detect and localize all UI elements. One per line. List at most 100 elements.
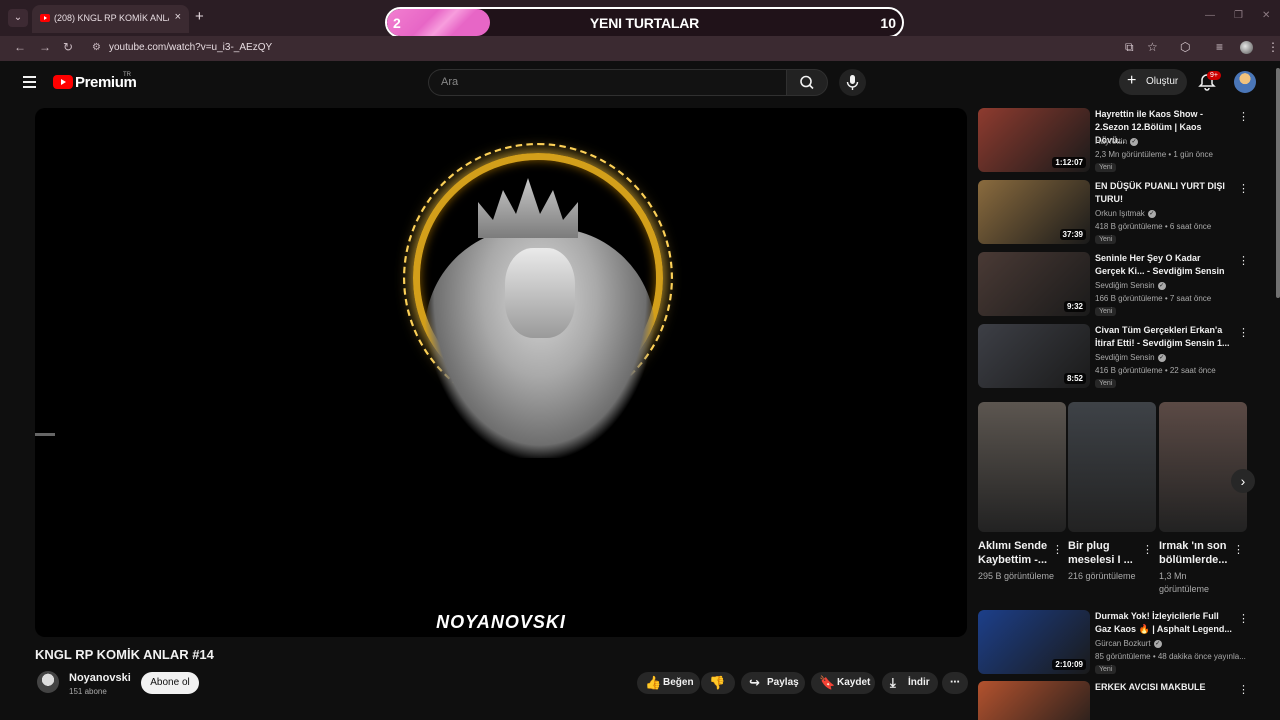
thumbs-down-icon: 👎: [709, 675, 726, 690]
video-thumbnail[interactable]: 8:52: [978, 324, 1090, 388]
short-title[interactable]: Irmak 'ın son bölümlerde...: [1159, 539, 1229, 567]
download-button[interactable]: ⤓ İndir: [882, 672, 938, 694]
bookmark-star-icon[interactable]: ☆: [1147, 40, 1158, 54]
back-icon[interactable]: ←: [14, 40, 26, 54]
subscribe-button[interactable]: Abone ol: [141, 672, 199, 694]
youtube-favicon-icon: [40, 14, 50, 22]
new-badge: Yeni: [1095, 379, 1117, 388]
video-thumbnail[interactable]: 37:39: [978, 180, 1090, 244]
recommendation-item[interactable]: 9:32 Seninle Her Şey O Kadar Gerçek Ki...…: [978, 252, 1268, 318]
reload-icon[interactable]: ↻: [63, 40, 73, 54]
dislike-button[interactable]: 👎: [701, 672, 735, 694]
recommendation-channel[interactable]: Gürcan Bozkurt ✓: [1095, 639, 1162, 648]
recommendation-meta: 416 B görüntüleme • 22 saat önce: [1095, 366, 1216, 375]
short-item[interactable]: Irmak 'ın son bölümlerde... 1,3 Mn görünt…: [1159, 402, 1247, 594]
more-options-icon[interactable]: ⋮: [1142, 543, 1153, 556]
browser-profile-icon[interactable]: [1240, 41, 1253, 54]
recommendation-channel[interactable]: Sevdiğim Sensin ✓: [1095, 281, 1166, 290]
recommendation-title[interactable]: Durmak Yok! İzleyicilerle Full Gaz Kaos …: [1095, 610, 1232, 636]
save-button[interactable]: 🔖 Kaydet: [811, 672, 875, 694]
video-thumbnail[interactable]: 2:10:09: [978, 610, 1090, 674]
thumbs-up-icon: 👍: [645, 675, 662, 690]
new-badge: Yeni: [1095, 665, 1117, 674]
shorts-next-button[interactable]: ›: [1231, 469, 1255, 493]
recommendation-channel[interactable]: Orkun Işıtmak ✓: [1095, 209, 1156, 218]
like-button[interactable]: 👍 Beğen: [637, 672, 700, 694]
media-controls-icon[interactable]: ≡: [1216, 40, 1223, 54]
channel-avatar[interactable]: [37, 671, 59, 693]
more-options-icon[interactable]: ⋮: [1238, 110, 1249, 123]
create-button[interactable]: + Oluştur: [1119, 69, 1187, 95]
download-label: İndir: [908, 677, 930, 688]
search-button[interactable]: [786, 69, 828, 96]
short-views: 1,3 Mn görüntüleme: [1159, 571, 1210, 594]
minimize-icon[interactable]: —: [1205, 10, 1215, 21]
recommendation-channel[interactable]: Hayrettin ✓: [1095, 137, 1139, 146]
video-thumbnail[interactable]: [978, 681, 1090, 720]
recommendation-channel[interactable]: Sevdiğim Sensin ✓: [1095, 353, 1166, 362]
page-scrollbar[interactable]: [1276, 68, 1280, 298]
address-bar: ← → ↻ ⚙ youtube.com/watch?v=u_i3-_AEzQY …: [0, 36, 1280, 61]
verified-icon: ✓: [1157, 353, 1166, 362]
more-options-icon[interactable]: ⋮: [1233, 543, 1244, 556]
recommendation-meta: 2,3 Mn görüntüleme • 1 gün önce: [1095, 150, 1213, 159]
create-label: Oluştur: [1146, 76, 1179, 87]
recommendation-item[interactable]: 2:10:09 Durmak Yok! İzleyicilerle Full Ga…: [978, 610, 1268, 676]
more-options-icon[interactable]: ⋮: [1052, 543, 1063, 556]
recommendation-item[interactable]: 37:39 EN DÜŞÜK PUANLI YURT DIŞI TURU! Orku…: [978, 180, 1268, 246]
tab-search-menu[interactable]: ⌄: [8, 9, 28, 27]
restore-icon[interactable]: ❐: [1234, 10, 1243, 21]
recommendation-title[interactable]: Seninle Her Şey O Kadar Gerçek Ki... - S…: [1095, 252, 1232, 278]
verified-icon: ✓: [1147, 209, 1156, 218]
video-player[interactable]: NOYANOVSKI: [35, 108, 967, 637]
site-info-icon[interactable]: ⚙: [92, 42, 104, 54]
new-badge: Yeni: [1095, 307, 1117, 316]
install-app-icon[interactable]: ⧉: [1125, 40, 1134, 55]
voice-search-button[interactable]: [839, 69, 866, 96]
recommendation-item[interactable]: ERKEK AVCISI MAKBULE ⋮: [978, 681, 1268, 720]
short-title[interactable]: Aklımı Sende Kaybettim -...: [978, 539, 1048, 567]
search-input[interactable]: Ara: [428, 69, 786, 96]
extensions-icon[interactable]: ⬡: [1180, 40, 1190, 54]
like-label: Beğen: [663, 677, 694, 688]
url-text[interactable]: youtube.com/watch?v=u_i3-_AEzQY: [109, 42, 272, 53]
short-title[interactable]: Bir plug meselesi I ...: [1068, 539, 1138, 567]
channel-name[interactable]: Noyanovski: [69, 672, 131, 684]
youtube-logo-icon[interactable]: [53, 75, 73, 89]
new-badge: Yeni: [1095, 235, 1117, 244]
short-item[interactable]: Aklımı Sende Kaybettim -... 295 B görüntü…: [978, 402, 1066, 581]
more-options-icon[interactable]: ⋮: [1238, 182, 1249, 195]
duration-badge: 8:52: [1063, 373, 1086, 384]
more-options-icon[interactable]: ⋮: [1238, 683, 1249, 696]
short-thumbnail[interactable]: [1159, 402, 1247, 532]
more-options-icon[interactable]: ⋮: [1238, 326, 1249, 339]
account-avatar[interactable]: [1234, 71, 1256, 93]
browser-tab[interactable]: (208) KNGL RP KOMİK ANLAR #14 ×: [32, 5, 189, 33]
tab-close-icon[interactable]: ×: [175, 11, 181, 23]
recommendation-title[interactable]: EN DÜŞÜK PUANLI YURT DIŞI TURU!: [1095, 180, 1232, 206]
video-thumbnail[interactable]: 1:12:07: [978, 108, 1090, 172]
veiled-face: [505, 248, 575, 338]
browser-menu-icon[interactable]: ⋮: [1267, 40, 1279, 54]
youtube-header: Premium TR Ara + Oluştur 9+: [0, 61, 1280, 104]
more-actions-button[interactable]: ⋯: [942, 672, 968, 694]
duration-badge: 37:39: [1059, 229, 1086, 240]
tab-title: (208) KNGL RP KOMİK ANLAR #14: [54, 13, 169, 23]
forward-icon[interactable]: →: [39, 40, 51, 54]
search-icon: [800, 75, 814, 90]
more-options-icon[interactable]: ⋮: [1238, 254, 1249, 267]
more-options-icon[interactable]: ⋮: [1238, 612, 1249, 625]
short-thumbnail[interactable]: [1068, 402, 1156, 532]
search-placeholder: Ara: [441, 76, 459, 88]
recommendation-title[interactable]: ERKEK AVCISI MAKBULE: [1095, 681, 1232, 694]
short-item[interactable]: Bir plug meselesi I ... 216 görüntüleme ⋮: [1068, 402, 1156, 581]
recommendation-title[interactable]: Civan Tüm Gerçekleri Erkan'a İtiraf Etti…: [1095, 324, 1232, 350]
short-thumbnail[interactable]: [978, 402, 1066, 532]
recommendation-item[interactable]: 1:12:07 Hayrettin ile Kaos Show - 2.Sezon…: [978, 108, 1268, 174]
new-tab-button[interactable]: +: [195, 9, 204, 25]
menu-icon[interactable]: [23, 76, 36, 88]
recommendation-item[interactable]: 8:52 Civan Tüm Gerçekleri Erkan'a İtiraf …: [978, 324, 1268, 390]
share-button[interactable]: ↪ Paylaş: [741, 672, 805, 694]
video-thumbnail[interactable]: 9:32: [978, 252, 1090, 316]
close-window-icon[interactable]: ✕: [1262, 10, 1270, 21]
